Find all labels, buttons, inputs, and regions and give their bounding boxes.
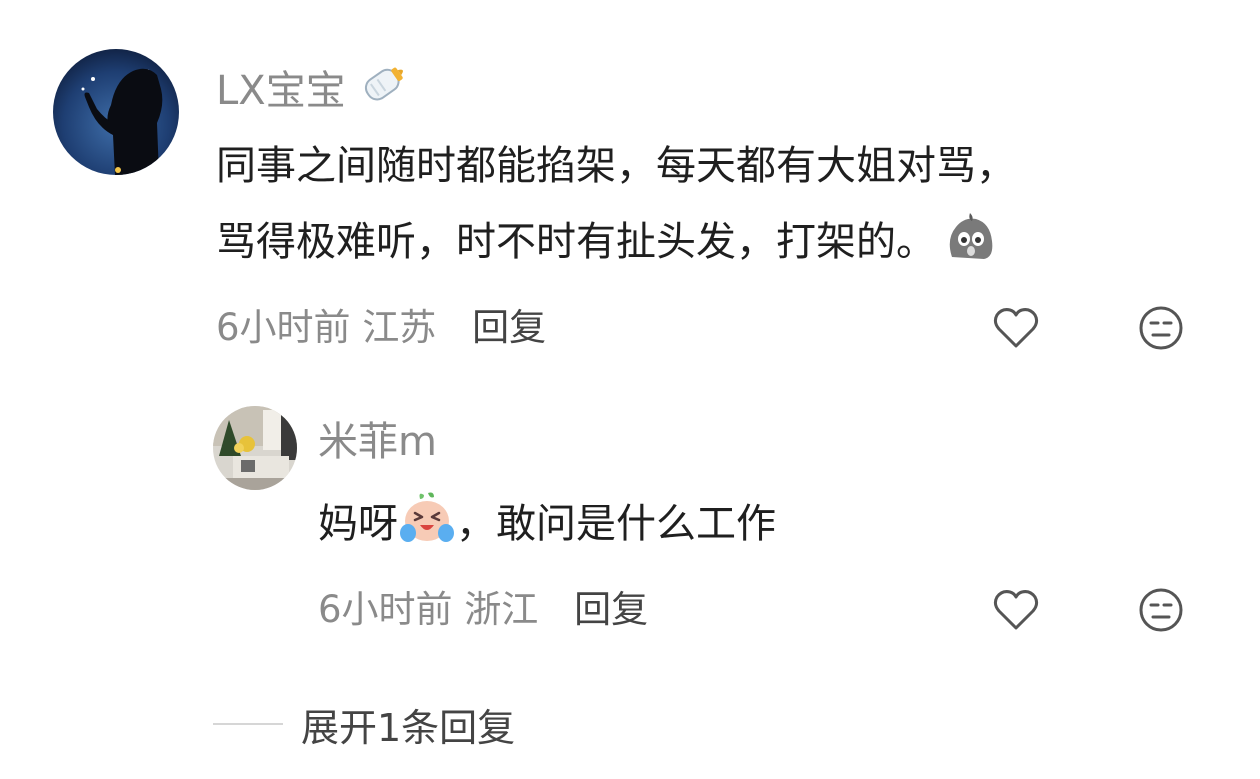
divider-line xyxy=(213,723,283,725)
laughing-crying-face-icon xyxy=(398,489,456,572)
expand-replies-button[interactable]: 展开1条回复 xyxy=(213,700,515,750)
reply-text: 妈呀 ，敢问是什么工作 xyxy=(318,486,776,572)
dislike-button[interactable] xyxy=(1135,302,1187,354)
avatar-image xyxy=(213,406,297,490)
reply-button[interactable]: 回复 xyxy=(472,306,546,349)
reply-username[interactable]: 米菲m xyxy=(318,418,437,466)
reply-reply-button[interactable]: 回复 xyxy=(574,588,648,631)
avatar-image xyxy=(53,49,179,175)
commenter-username[interactable]: LX宝宝 xyxy=(216,60,412,123)
reply-dislike-button[interactable] xyxy=(1135,584,1187,636)
reply-like-button[interactable] xyxy=(990,584,1042,636)
baby-bottle-icon xyxy=(352,60,412,123)
unamused-face-icon xyxy=(1139,306,1183,350)
comment-text-line-2: 骂得极难听，时不时有扯头发，打架的。 xyxy=(216,204,998,290)
heart-icon xyxy=(993,308,1039,348)
reply-avatar[interactable] xyxy=(213,406,297,490)
expand-replies-label: 展开1条回复 xyxy=(301,705,516,750)
comment-time: 6小时前 xyxy=(216,306,351,349)
comment-location: 江苏 xyxy=(362,306,437,349)
unamused-face-icon xyxy=(1139,588,1183,632)
shocked-face-icon xyxy=(942,209,998,290)
reply-time: 6小时前 xyxy=(318,588,453,631)
comment-meta: 6小时前 江苏 回复 xyxy=(216,306,546,350)
reply-location: 浙江 xyxy=(464,588,539,631)
comment-text-line-1: 同事之间随时都能掐架，每天都有大姐对骂， xyxy=(216,143,1016,189)
heart-icon xyxy=(993,590,1039,630)
reply-meta: 6小时前 浙江 回复 xyxy=(318,588,648,632)
like-button[interactable] xyxy=(990,302,1042,354)
commenter-avatar[interactable] xyxy=(53,49,179,175)
